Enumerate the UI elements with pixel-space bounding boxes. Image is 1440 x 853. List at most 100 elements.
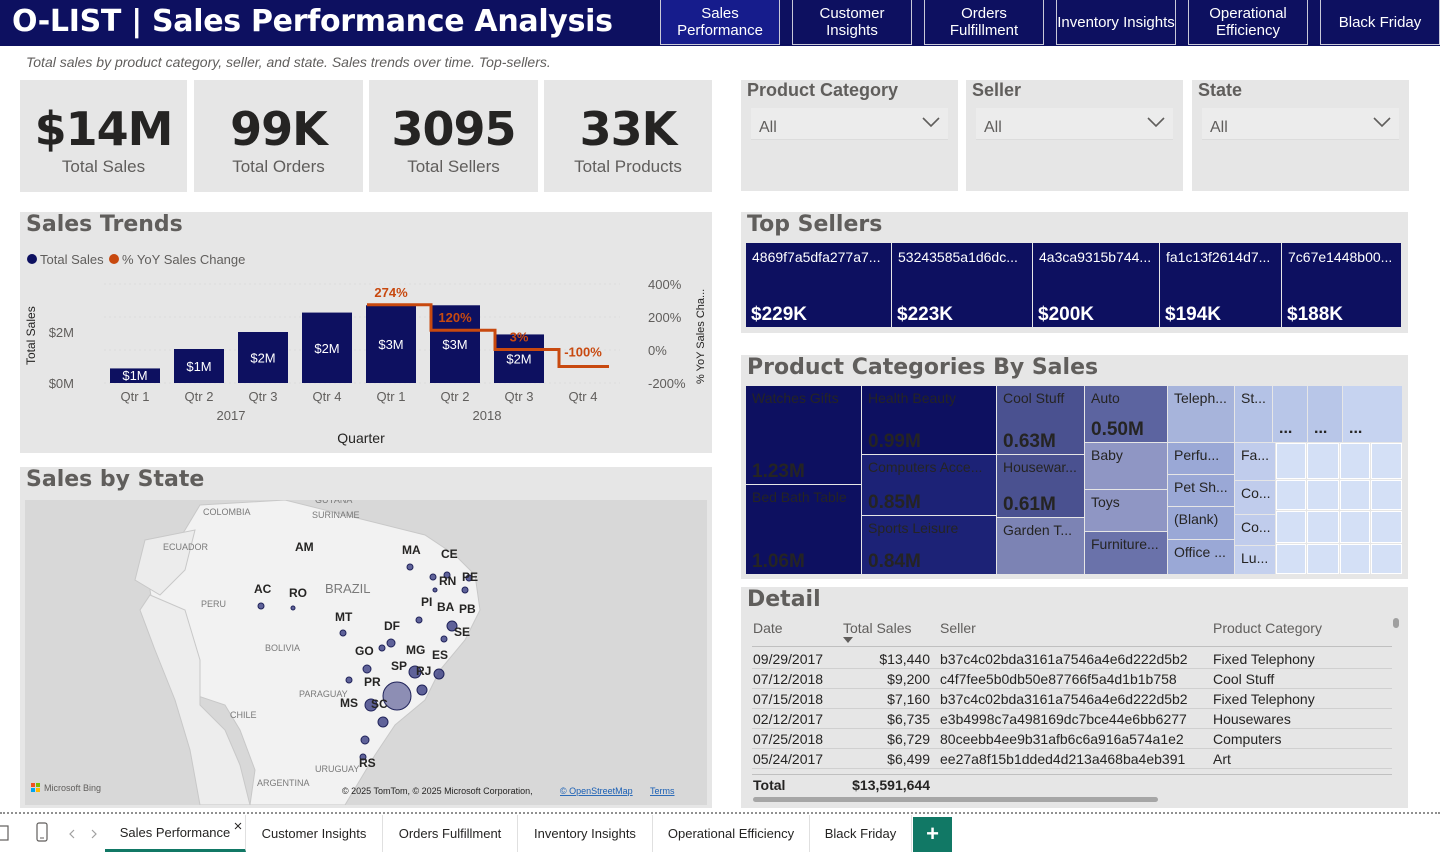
treemap-tile[interactable]: (Blank) <box>1168 507 1234 539</box>
terms-link[interactable]: Terms <box>650 786 675 796</box>
vertical-scrollbar[interactable] <box>1393 618 1399 628</box>
treemap-tile-small[interactable] <box>1340 511 1370 543</box>
table-row[interactable]: 07/15/2018 $7,160 b37c4c02bda3161a7546a4e6… <box>752 689 1392 709</box>
state-sales-bubble[interactable] <box>432 587 438 593</box>
state-sales-bubble[interactable] <box>433 668 445 680</box>
treemap-tile-small[interactable] <box>1307 511 1339 543</box>
osm-link[interactable]: © OpenStreetMap <box>560 786 633 796</box>
top-seller-card[interactable]: 4a3ca9315b744... $200K <box>1033 243 1159 327</box>
treemap-tile[interactable]: Furniture... <box>1085 532 1167 574</box>
state-sales-bubble[interactable] <box>440 635 448 643</box>
nav-customer-insights-button[interactable]: Customer Insights <box>792 0 912 45</box>
state-sales-bubble[interactable] <box>360 735 370 745</box>
column-header-product-category[interactable]: Product Category <box>1213 620 1322 636</box>
top-seller-card[interactable]: 7c67e1448b00... $188K <box>1282 243 1401 327</box>
table-row[interactable]: 07/25/2018 $6,729 80ceebb4ee9b31afb6c6a916… <box>752 729 1392 749</box>
close-tab-icon[interactable] <box>234 822 242 830</box>
treemap-tile[interactable]: Computers Acce... 0.85M <box>862 455 996 515</box>
state-sales-bubble[interactable] <box>378 644 386 652</box>
add-page-button[interactable]: + <box>913 817 952 852</box>
scroll-left-icon[interactable] <box>68 829 76 839</box>
tab-inventory-insights[interactable]: Inventory Insights <box>518 815 653 852</box>
desktop-view-icon[interactable] <box>0 824 12 844</box>
treemap-tile-small[interactable] <box>1307 544 1339 574</box>
state-sales-bubble[interactable] <box>415 616 423 624</box>
table-row[interactable]: 07/12/2018 $9,200 c4f7fee5b0db50e87766f5a4… <box>752 669 1392 689</box>
nav-orders-fulfillment-button[interactable]: Orders Fulfillment <box>924 0 1044 45</box>
column-header-date[interactable]: Date <box>753 620 783 636</box>
treemap-tile[interactable]: Watches Gifts 1.23M <box>746 386 861 484</box>
treemap-tile[interactable]: Perfu... <box>1168 443 1234 474</box>
state-sales-bubble[interactable] <box>257 602 265 610</box>
treemap-tile[interactable]: St... <box>1235 386 1272 442</box>
treemap-tile-small[interactable] <box>1340 544 1370 574</box>
mobile-view-icon[interactable] <box>35 822 49 844</box>
state-sales-bubble[interactable] <box>362 664 372 674</box>
treemap-tile[interactable]: Housewar... 0.61M <box>997 455 1084 517</box>
state-sales-bubble[interactable] <box>345 676 353 684</box>
treemap-tile[interactable]: Pet Sh... <box>1168 475 1234 506</box>
product-categories-treemap[interactable]: Watches Gifts 1.23M Bed Bath Table 1.06M Hea… <box>746 386 1402 574</box>
tab-orders-fulfillment[interactable]: Orders Fulfillment <box>383 815 518 852</box>
top-seller-card[interactable]: fa1c13f2614d7... $194K <box>1160 243 1281 327</box>
top-seller-card[interactable]: 4869f7a5dfa277a7... $229K <box>746 243 891 327</box>
state-sales-bubble[interactable] <box>429 573 437 581</box>
treemap-tile[interactable]: Cool Stuff 0.63M <box>997 386 1084 454</box>
treemap-tile[interactable]: Fa... <box>1235 443 1275 480</box>
sales-trends-chart[interactable]: Total Sales % YoY Sales Change $0M $2M 400… <box>20 212 712 453</box>
treemap-tile[interactable]: Baby <box>1085 443 1167 489</box>
tab-operational-efficiency[interactable]: Operational Efficiency <box>653 815 810 852</box>
treemap-tile-small[interactable] <box>1371 443 1402 479</box>
treemap-tile[interactable]: ... <box>1308 386 1342 442</box>
seller-dropdown[interactable]: All <box>976 108 1173 140</box>
treemap-tile-small[interactable] <box>1371 511 1402 543</box>
treemap-tile-small[interactable] <box>1340 480 1370 510</box>
treemap-tile[interactable]: Sports Leisure 0.84M <box>862 516 996 574</box>
treemap-tile[interactable]: Garden T... <box>997 518 1084 574</box>
top-seller-card[interactable]: 53243585a1d6dc... $223K <box>892 243 1032 327</box>
nav-black-friday-button[interactable]: Black Friday <box>1320 0 1440 45</box>
treemap-tile-small[interactable] <box>1276 480 1306 510</box>
treemap-tile[interactable]: Co... <box>1235 481 1275 514</box>
treemap-tile-small[interactable] <box>1276 443 1306 479</box>
treemap-tile-small[interactable] <box>1307 443 1339 479</box>
treemap-tile-small[interactable] <box>1371 544 1402 574</box>
treemap-tile[interactable]: Co... <box>1235 515 1275 545</box>
state-sales-bubble[interactable] <box>406 563 414 571</box>
tab-sales-performance[interactable]: Sales Performance <box>105 815 246 852</box>
treemap-tile[interactable]: Auto 0.50M <box>1085 386 1167 442</box>
nav-operational-efficiency-button[interactable]: Operational Efficiency <box>1188 0 1308 45</box>
treemap-tile-small[interactable] <box>1307 480 1339 510</box>
state-dropdown[interactable]: All <box>1202 108 1399 140</box>
treemap-tile[interactable]: Lu... <box>1235 546 1275 574</box>
treemap-tile-small[interactable] <box>1340 443 1370 479</box>
product-category-dropdown[interactable]: All <box>751 108 948 140</box>
state-sales-bubble[interactable] <box>377 716 389 728</box>
treemap-tile[interactable]: Toys <box>1085 490 1167 531</box>
column-header-seller[interactable]: Seller <box>940 620 976 636</box>
column-header-total-sales[interactable]: Total Sales <box>843 620 911 636</box>
treemap-tile-small[interactable] <box>1276 511 1306 543</box>
brazil-state-map[interactable]: GUYANA COLOMBIA SURINAME ECUADOR PERU BRAZIL B… <box>25 500 707 805</box>
nav-inventory-insights-button[interactable]: Inventory Insights <box>1056 0 1176 45</box>
state-sales-bubble[interactable] <box>386 638 396 648</box>
treemap-tile[interactable]: Teleph... <box>1168 386 1234 442</box>
treemap-tile-small[interactable] <box>1276 544 1306 574</box>
treemap-tile[interactable]: ... <box>1343 386 1402 442</box>
state-sales-bubble[interactable] <box>339 629 347 637</box>
treemap-tile-small[interactable] <box>1371 480 1402 510</box>
table-row[interactable]: 09/29/2017 $13,440 b37c4c02bda3161a7546a4e… <box>752 649 1392 669</box>
state-sales-bubble[interactable] <box>290 605 296 611</box>
table-row[interactable]: 05/24/2017 $6,499 ee27a8f15b1dded4d213a468… <box>752 749 1392 769</box>
treemap-tile[interactable]: Office ... <box>1168 540 1234 574</box>
horizontal-scrollbar[interactable] <box>753 797 1158 802</box>
tab-black-friday[interactable]: Black Friday <box>810 815 912 852</box>
tab-customer-insights[interactable]: Customer Insights <box>246 815 383 852</box>
treemap-tile[interactable]: Bed Bath Table 1.06M <box>746 485 861 574</box>
nav-sales-performance-button[interactable]: Sales Performance <box>660 0 780 45</box>
table-row[interactable]: 02/12/2017 $6,735 e3b4998c7a498169dc7bce44… <box>752 709 1392 729</box>
treemap-tile[interactable]: ... <box>1273 386 1307 442</box>
scroll-right-icon[interactable] <box>90 829 98 839</box>
state-sales-bubble[interactable] <box>416 684 428 696</box>
treemap-tile[interactable]: Health Beauty 0.99M <box>862 386 996 454</box>
